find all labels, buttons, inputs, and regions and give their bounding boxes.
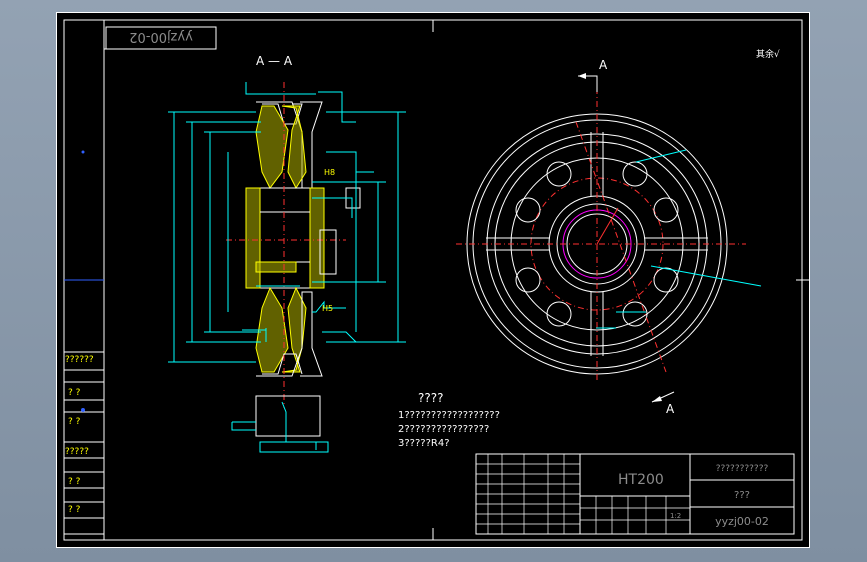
view-label-top: A	[599, 58, 608, 72]
front-view	[456, 88, 762, 382]
technical-requirements: ???? 1?????????????????? 2??????????????…	[398, 391, 500, 449]
cad-drawing: yyzj00-02 ?????? ? ? ? ? ????? ? ? ? ? A…	[56, 12, 810, 548]
drawing-code-inverted: yyzj00-02	[129, 29, 193, 44]
title-block: HT200 ??????????? ??? yyzj00-02 1:2	[475, 453, 795, 535]
drawing-canvas[interactable]: yyzj00-02 ?????? ? ? ? ? ????? ? ? ? ? A…	[56, 12, 810, 548]
svg-text:? ?: ? ?	[68, 505, 81, 515]
svg-text:? ?: ? ?	[68, 417, 81, 427]
tech-title: ????	[418, 391, 443, 405]
svg-text:H5: H5	[322, 304, 333, 313]
section-view: H8 H5	[168, 82, 406, 453]
company-name: ???	[734, 490, 750, 501]
outer-border	[56, 12, 810, 548]
view-label-bottom: A	[666, 402, 675, 416]
svg-text:?????: ?????	[65, 447, 89, 457]
tech-line-3: 3?????R4?	[398, 438, 450, 449]
roughness-mark: 其余√	[756, 48, 780, 60]
inner-border	[63, 19, 803, 541]
svg-text:? ?: ? ?	[68, 477, 81, 487]
side-table: ?????? ? ? ? ? ????? ? ? ? ?	[63, 150, 105, 535]
svg-text:? ?: ? ?	[68, 388, 81, 398]
part-name: ???????????	[716, 464, 769, 474]
tech-line-1: 1??????????????????	[398, 410, 500, 421]
material: HT200	[618, 472, 664, 488]
scale: 1:2	[670, 512, 681, 520]
svg-text:H8: H8	[324, 168, 335, 177]
tech-line-2: 2????????????????	[398, 424, 489, 435]
drawing-number: yyzj00-02	[715, 515, 769, 528]
svg-text:??????: ??????	[65, 355, 94, 365]
section-title: A — A	[256, 54, 293, 68]
